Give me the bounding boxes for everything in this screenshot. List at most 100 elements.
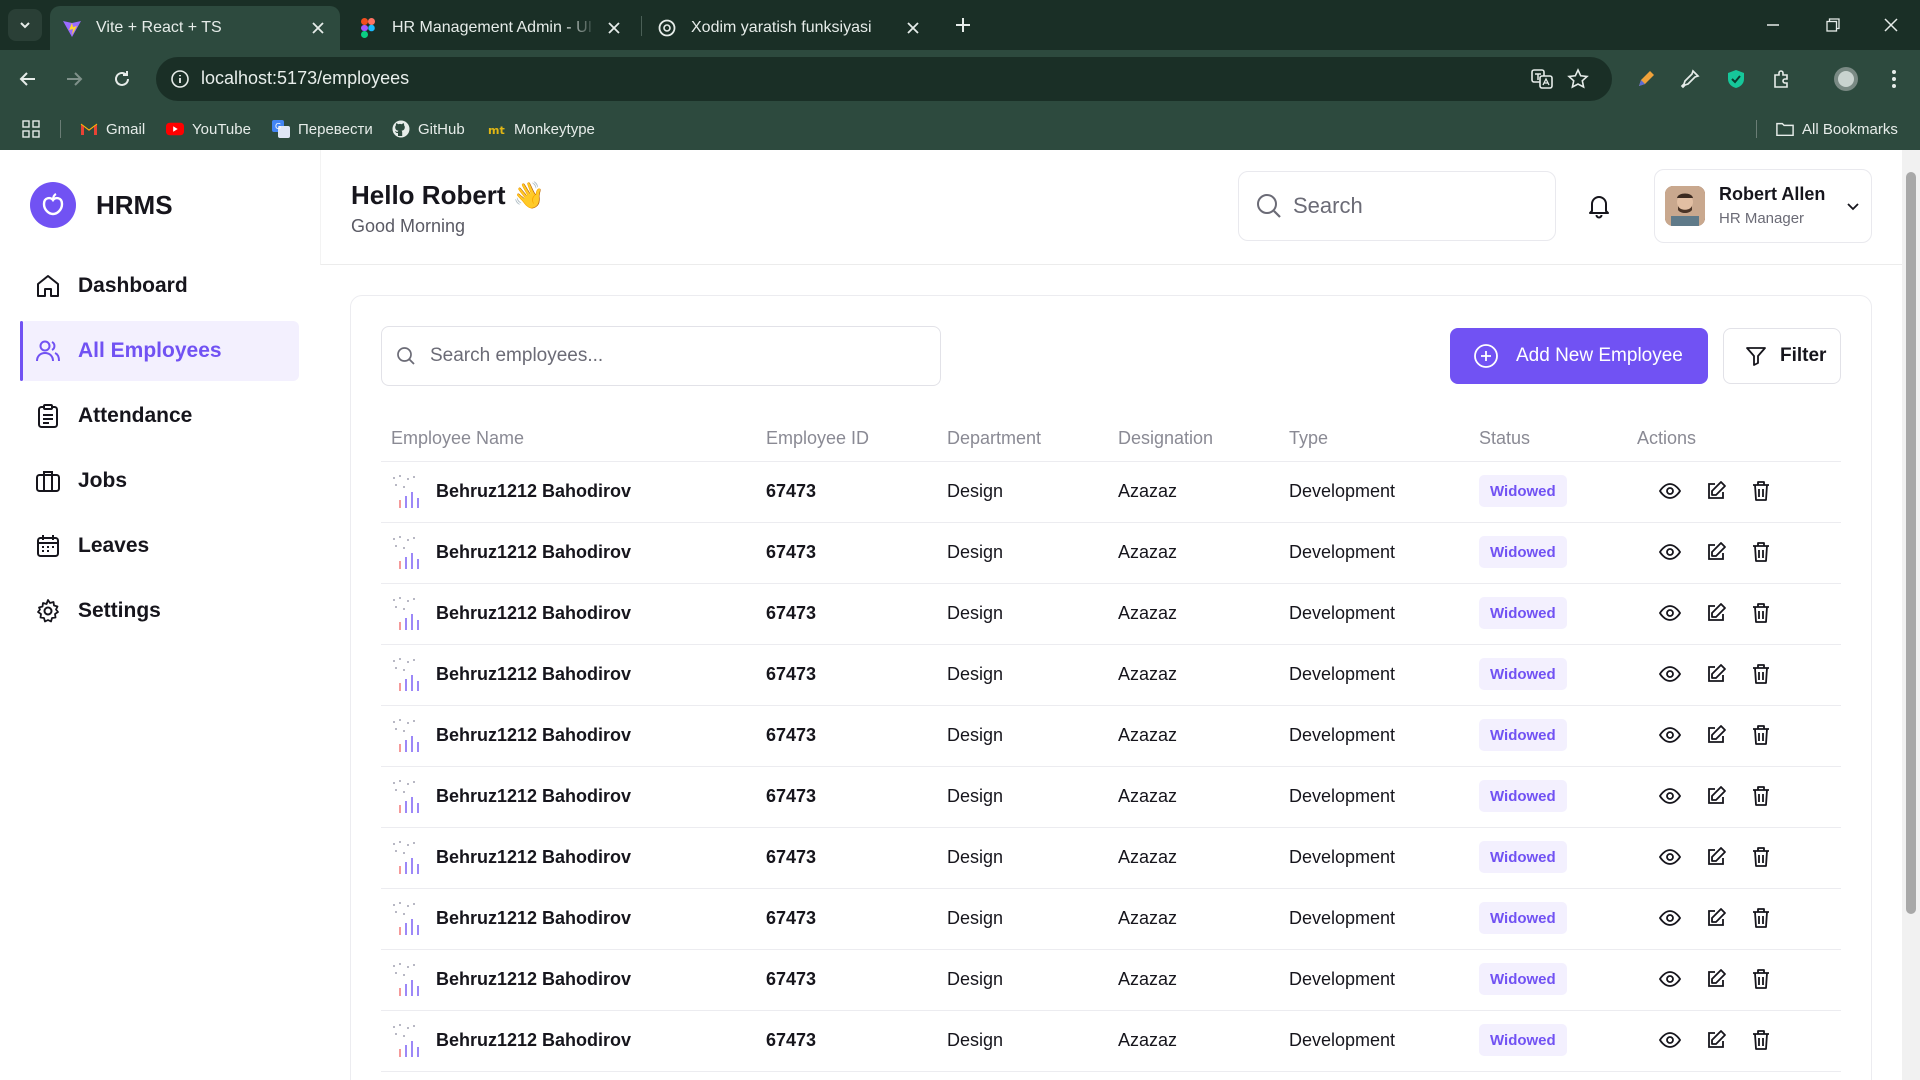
- tab-search-button[interactable]: [8, 9, 42, 41]
- edit-icon[interactable]: [1703, 783, 1729, 809]
- profile-avatar-icon[interactable]: [1832, 65, 1860, 93]
- table-row[interactable]: Behruz1212 Bahodirov 67473 Design Azazaz Dev…: [381, 1011, 1841, 1072]
- translate-icon[interactable]: [1530, 67, 1554, 91]
- employee-name[interactable]: Behruz1212 Bahodirov: [436, 908, 631, 929]
- close-window-button[interactable]: [1878, 12, 1904, 38]
- minimize-button[interactable]: [1760, 12, 1786, 38]
- back-button[interactable]: [14, 65, 42, 93]
- header-search-input[interactable]: Search: [1238, 171, 1556, 241]
- employee-name[interactable]: Behruz1212 Bahodirov: [436, 664, 631, 685]
- table-row[interactable]: Behruz1212 Bahodirov 67473 Design Azazaz Dev…: [381, 645, 1841, 706]
- bookmark-monkeytype[interactable]: mt Monkeytype: [488, 118, 595, 140]
- eyedropper-icon[interactable]: [1676, 65, 1704, 93]
- table-row[interactable]: Behruz1212 Bahodirov 67473 Design Azazaz Dev…: [381, 950, 1841, 1011]
- trash-icon[interactable]: [1748, 966, 1774, 992]
- bookmark-youtube[interactable]: YouTube: [166, 118, 251, 140]
- column-header[interactable]: Department: [947, 428, 1041, 449]
- eye-icon[interactable]: [1657, 661, 1683, 687]
- employee-name[interactable]: Behruz1212 Bahodirov: [436, 969, 631, 990]
- notification-button[interactable]: [1579, 186, 1619, 226]
- sidebar-item-dashboard[interactable]: Dashboard: [20, 256, 299, 316]
- close-icon[interactable]: [604, 18, 624, 38]
- trash-icon[interactable]: [1748, 722, 1774, 748]
- trash-icon[interactable]: [1748, 661, 1774, 687]
- puzzle-icon[interactable]: [1768, 65, 1796, 93]
- all-bookmarks[interactable]: All Bookmarks: [1776, 118, 1898, 140]
- url-text[interactable]: localhost:5173/employees: [201, 68, 409, 89]
- employee-name[interactable]: Behruz1212 Bahodirov: [436, 1030, 631, 1051]
- employee-name[interactable]: Behruz1212 Bahodirov: [436, 847, 631, 868]
- column-header[interactable]: Designation: [1118, 428, 1213, 449]
- trash-icon[interactable]: [1748, 783, 1774, 809]
- column-header[interactable]: Employee Name: [391, 428, 524, 449]
- employee-name[interactable]: Behruz1212 Bahodirov: [436, 481, 631, 502]
- table-row[interactable]: Behruz1212 Bahodirov 67473 Design Azazaz Dev…: [381, 584, 1841, 645]
- star-icon[interactable]: [1566, 67, 1590, 91]
- column-header[interactable]: Employee ID: [766, 428, 869, 449]
- eye-icon[interactable]: [1657, 966, 1683, 992]
- sidebar-item-jobs[interactable]: Jobs: [20, 451, 299, 511]
- more-menu-icon[interactable]: [1880, 65, 1908, 93]
- employee-name[interactable]: Behruz1212 Bahodirov: [436, 603, 631, 624]
- eye-icon[interactable]: [1657, 722, 1683, 748]
- restore-button[interactable]: [1820, 12, 1846, 38]
- shield-icon[interactable]: [1722, 65, 1750, 93]
- trash-icon[interactable]: [1748, 1027, 1774, 1053]
- pencil-extension-icon[interactable]: [1632, 65, 1660, 93]
- address-bar[interactable]: localhost:5173/employees: [156, 57, 1612, 101]
- eye-icon[interactable]: [1657, 539, 1683, 565]
- eye-icon[interactable]: [1657, 600, 1683, 626]
- filter-button[interactable]: Filter: [1723, 328, 1841, 384]
- new-tab-button[interactable]: [950, 12, 976, 38]
- site-info-icon[interactable]: [168, 67, 192, 91]
- edit-icon[interactable]: [1703, 905, 1729, 931]
- user-profile-dropdown[interactable]: Robert Allen HR Manager: [1654, 169, 1872, 243]
- browser-tab-1[interactable]: Vite + React + TS: [50, 6, 340, 50]
- table-row[interactable]: Behruz1212 Bahodirov 67473 Design Azazaz Dev…: [381, 523, 1841, 584]
- employee-name[interactable]: Behruz1212 Bahodirov: [436, 786, 631, 807]
- table-row[interactable]: Behruz1212 Bahodirov 67473 Design Azazaz Dev…: [381, 889, 1841, 950]
- table-row[interactable]: Behruz1212 Bahodirov 67473 Design Azazaz Dev…: [381, 767, 1841, 828]
- browser-tab-3[interactable]: Xodim yaratish funksiyasi: [645, 6, 935, 50]
- trash-icon[interactable]: [1748, 600, 1774, 626]
- table-row[interactable]: Behruz1212 Bahodirov 67473 Design Azazaz Dev…: [381, 828, 1841, 889]
- forward-button[interactable]: [60, 65, 88, 93]
- eye-icon[interactable]: [1657, 905, 1683, 931]
- edit-icon[interactable]: [1703, 844, 1729, 870]
- edit-icon[interactable]: [1703, 539, 1729, 565]
- brand-logo[interactable]: HRMS: [30, 182, 173, 228]
- add-employee-button[interactable]: Add New Employee: [1450, 328, 1708, 384]
- close-icon[interactable]: [903, 18, 923, 38]
- reload-button[interactable]: [108, 65, 136, 93]
- edit-icon[interactable]: [1703, 1027, 1729, 1053]
- eye-icon[interactable]: [1657, 1027, 1683, 1053]
- trash-icon[interactable]: [1748, 478, 1774, 504]
- trash-icon[interactable]: [1748, 905, 1774, 931]
- sidebar-item-leaves[interactable]: Leaves: [20, 516, 299, 576]
- employee-search-input[interactable]: Search employees...: [381, 326, 941, 386]
- sidebar-item-settings[interactable]: Settings: [20, 581, 299, 641]
- edit-icon[interactable]: [1703, 966, 1729, 992]
- bookmark-translate[interactable]: G Перевести: [272, 118, 373, 140]
- apps-grid-icon[interactable]: [22, 118, 40, 140]
- column-header[interactable]: Type: [1289, 428, 1328, 449]
- edit-icon[interactable]: [1703, 722, 1729, 748]
- trash-icon[interactable]: [1748, 539, 1774, 565]
- browser-tab-2[interactable]: HR Management Admin - UI Kit: [346, 6, 636, 50]
- trash-icon[interactable]: [1748, 844, 1774, 870]
- edit-icon[interactable]: [1703, 600, 1729, 626]
- close-icon[interactable]: [308, 18, 328, 38]
- edit-icon[interactable]: [1703, 478, 1729, 504]
- table-row[interactable]: Behruz1212 Bahodirov 67473 Design Azazaz Dev…: [381, 706, 1841, 767]
- employee-name[interactable]: Behruz1212 Bahodirov: [436, 725, 631, 746]
- column-header[interactable]: Status: [1479, 428, 1530, 449]
- bookmark-github[interactable]: GitHub: [392, 118, 465, 140]
- eye-icon[interactable]: [1657, 844, 1683, 870]
- eye-icon[interactable]: [1657, 478, 1683, 504]
- bookmark-gmail[interactable]: Gmail: [80, 118, 145, 140]
- sidebar-item-attendance[interactable]: Attendance: [20, 386, 299, 446]
- scrollbar-thumb[interactable]: [1906, 172, 1916, 914]
- employee-name[interactable]: Behruz1212 Bahodirov: [436, 542, 631, 563]
- table-row[interactable]: Behruz1212 Bahodirov 67473 Design Azazaz Dev…: [381, 462, 1841, 523]
- edit-icon[interactable]: [1703, 661, 1729, 687]
